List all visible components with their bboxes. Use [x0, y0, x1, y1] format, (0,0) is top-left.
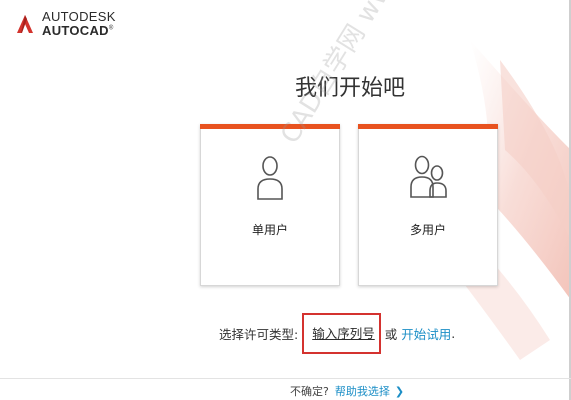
multi-user-label: 多用户 — [409, 223, 446, 237]
brand-line-autocad: AUTOCAD® — [42, 23, 114, 38]
chevron-right-icon[interactable]: ❯ — [395, 385, 404, 398]
multi-user-card[interactable]: 多用户 — [358, 124, 498, 286]
footer-divider — [0, 378, 571, 379]
license-type-line: 选择许可类型: 输入序列号 或 开始试用 . — [219, 313, 455, 354]
window-top-bar — [0, 0, 571, 2]
trailing-period: . — [451, 326, 456, 341]
brand-line-autodesk: AUTODESK — [42, 9, 116, 24]
single-user-label: 单用户 — [251, 223, 288, 237]
unsure-question: 不确定? — [290, 385, 329, 398]
license-type-prompt: 选择许可类型: — [219, 327, 299, 342]
help-me-choose-link[interactable]: 帮助我选择 — [335, 383, 390, 399]
autodesk-autocad-logo: AUTODESK AUTOCAD® — [14, 10, 116, 37]
single-user-card[interactable]: 单用户 — [200, 124, 340, 286]
multi-user-icon — [410, 155, 447, 198]
or-separator: 或 — [384, 327, 398, 342]
autocad-a-logo-icon — [17, 14, 33, 33]
page-title: 我们开始吧 — [294, 76, 405, 101]
enter-serial-number-link[interactable]: 输入序列号 — [312, 326, 375, 341]
start-trial-link[interactable]: 开始试用 — [401, 324, 451, 343]
serial-number-highlight: 输入序列号 — [302, 313, 381, 354]
registered-mark: ® — [108, 25, 114, 32]
single-user-icon — [257, 156, 283, 200]
footer: 不确定? 帮助我选择 ❯ — [290, 383, 404, 399]
